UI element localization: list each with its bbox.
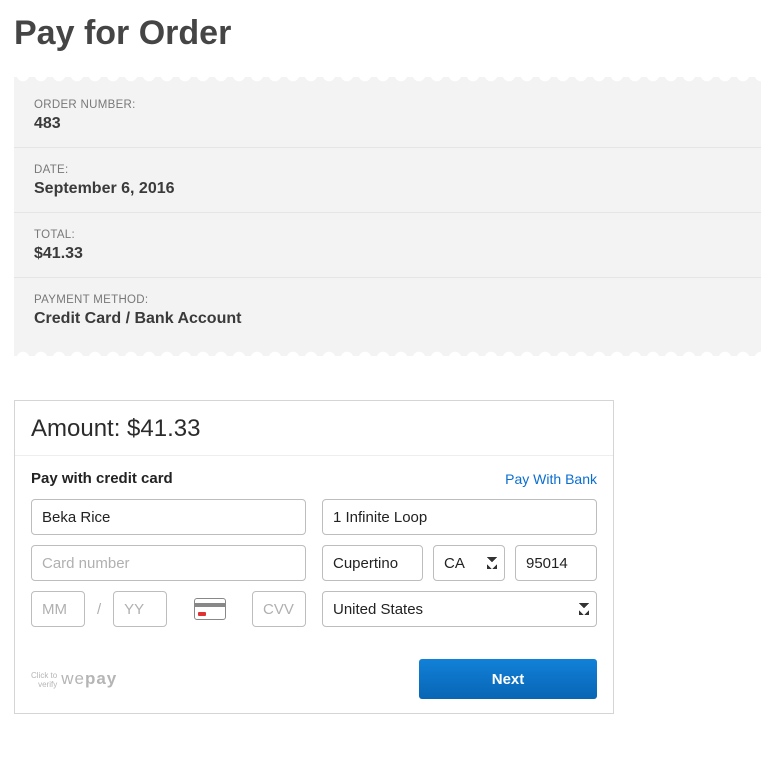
payment-method-label: PAYMENT METHOD: (34, 294, 741, 306)
amount-bar: Amount: $41.33 (15, 401, 613, 456)
credit-card-icon (194, 598, 226, 620)
pay-with-bank-link[interactable]: Pay With Bank (505, 471, 597, 487)
address-column: CA United States (322, 499, 597, 637)
card-number-input[interactable] (31, 545, 306, 581)
exp-month-input[interactable] (31, 591, 85, 627)
next-button[interactable]: Next (419, 659, 597, 699)
payment-method-value: Credit Card / Bank Account (34, 310, 741, 328)
panel-footer: Click to verify wepay Next (15, 655, 613, 713)
summary-row-order-number: ORDER NUMBER: 483 (14, 83, 761, 147)
order-summary-card: ORDER NUMBER: 483 DATE: September 6, 201… (14, 77, 761, 356)
exp-slash: / (95, 601, 103, 618)
verify-text-line2: verify (31, 680, 57, 689)
address-input[interactable] (322, 499, 597, 535)
summary-row-date: DATE: September 6, 2016 (14, 147, 761, 212)
wepay-logo: wepay (61, 669, 117, 689)
order-number-value: 483 (34, 115, 741, 133)
card-brand-icon (177, 598, 242, 620)
wepay-verify-badge[interactable]: Click to verify wepay (31, 669, 117, 689)
cvv-input[interactable] (252, 591, 306, 627)
cardholder-name-input[interactable] (31, 499, 306, 535)
card-column: / (31, 499, 306, 637)
exp-year-input[interactable] (113, 591, 167, 627)
page-title: Pay for Order (14, 14, 761, 53)
state-select[interactable]: CA (433, 545, 505, 581)
order-number-label: ORDER NUMBER: (34, 99, 741, 111)
total-label: TOTAL: (34, 229, 741, 241)
payment-panel: Amount: $41.33 Pay with credit card Pay … (14, 400, 614, 714)
summary-row-total: TOTAL: $41.33 (14, 212, 761, 277)
summary-row-payment-method: PAYMENT METHOD: Credit Card / Bank Accou… (14, 277, 761, 342)
country-select[interactable]: United States (322, 591, 597, 627)
verify-text-line1: Click to (31, 671, 57, 680)
payment-form: Pay with credit card Pay With Bank / (15, 456, 613, 655)
zip-input[interactable] (515, 545, 597, 581)
date-label: DATE: (34, 164, 741, 176)
pay-with-card-label: Pay with credit card (31, 470, 173, 487)
total-value: $41.33 (34, 245, 741, 263)
city-input[interactable] (322, 545, 423, 581)
date-value: September 6, 2016 (34, 180, 741, 198)
